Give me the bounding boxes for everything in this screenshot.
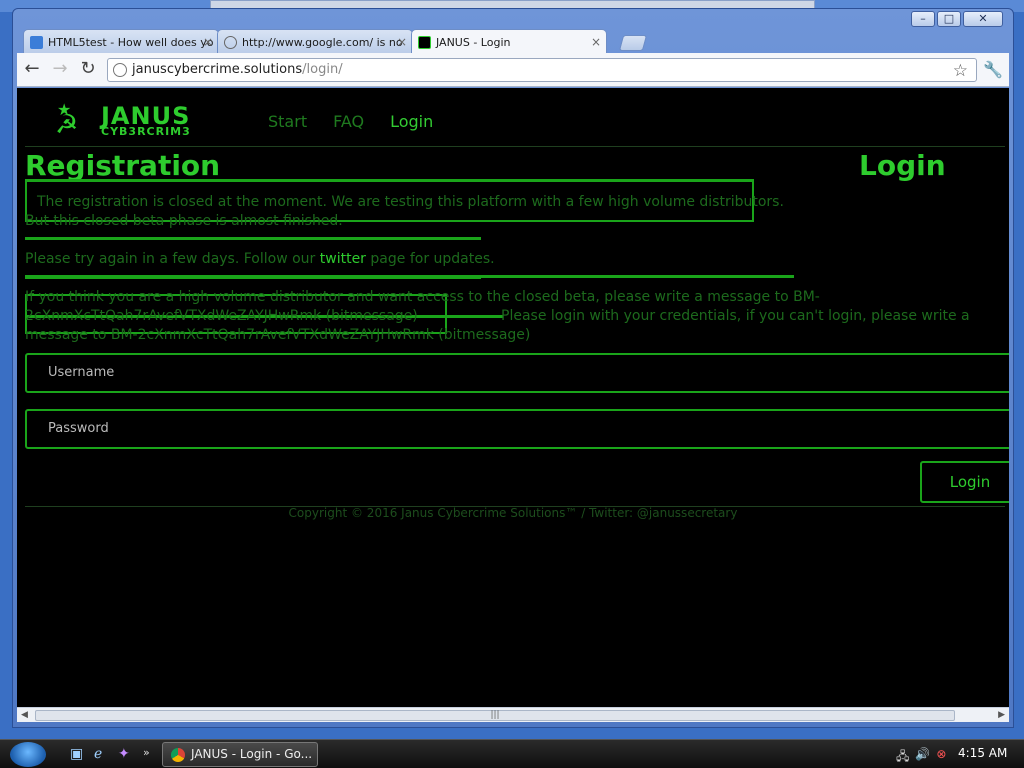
login-button[interactable]: Login [920, 461, 1009, 503]
tab-html5test[interactable]: HTML5test - How well does yo × [23, 29, 219, 55]
wrench-menu-icon[interactable]: 🔧 [983, 60, 1003, 79]
tab-janus-login[interactable]: JANUS - Login × [411, 29, 607, 56]
registration-heading: Registration [25, 149, 221, 182]
twitter-link[interactable]: twitter [320, 251, 366, 267]
janus-logo[interactable]: ★ ☭ JANUS CYB3RCRIM3 [55, 100, 205, 140]
close-tab-icon[interactable]: × [203, 35, 213, 49]
login-info-line2: message to BM-2cXnmXcTtQah7rAvefVTXdWeZA… [25, 327, 531, 343]
taskbar-chrome-task[interactable]: JANUS - Login - Go... [162, 742, 318, 767]
alert-icon[interactable]: ⊗ [936, 747, 946, 768]
retry-text: Please try again in a few days. Follow o… [25, 250, 495, 269]
url-domain: januscybercrime.solutions [132, 62, 303, 77]
globe-icon [113, 63, 127, 77]
url-path: /login/ [302, 62, 343, 77]
scroll-right-icon[interactable]: ▶ [998, 710, 1005, 720]
quicklaunch-more-icon[interactable]: » [143, 746, 150, 759]
forward-arrow-icon[interactable]: → [49, 60, 71, 80]
scroll-left-icon[interactable]: ◀ [21, 710, 28, 720]
tab-title: JANUS - Login [436, 36, 511, 49]
chrome-icon [171, 748, 185, 762]
tab-title: http://www.google.com/ is no [242, 36, 403, 49]
logo-word-cybercrime: CYB3RCRIM3 [101, 125, 191, 138]
close-tab-icon[interactable]: × [397, 35, 407, 49]
close-tab-icon[interactable]: × [591, 35, 601, 49]
beta-info-line2: 2cXnmXcTtQah7rAvefVTXdWeZAYJHwRmk (bitme… [25, 308, 418, 324]
green-rule [25, 276, 481, 279]
green-rule [25, 237, 481, 240]
reload-icon[interactable]: ↻ [77, 60, 99, 80]
system-tray: 🖧 🔊 ⊗ [896, 747, 946, 768]
taskbar: ▣ ℯ ✦ » JANUS - Login - Go... 🖧 🔊 ⊗ 4:15… [0, 739, 1024, 768]
main-nav: Start FAQ Login [268, 112, 433, 131]
footer-copyright: Copyright © 2016 Janus Cybercrime Soluti… [288, 506, 738, 520]
globe-icon [224, 36, 237, 49]
nav-login[interactable]: Login [390, 112, 433, 131]
janus-favicon [418, 36, 431, 49]
nav-start[interactable]: Start [268, 112, 307, 131]
password-input[interactable]: Password [25, 409, 1009, 449]
header-divider [25, 146, 1005, 147]
volume-icon[interactable]: 🔊 [915, 747, 930, 768]
bookmark-star-icon[interactable]: ☆ [953, 60, 968, 82]
username-input[interactable]: Username [25, 353, 1009, 393]
maximize-icon[interactable]: □ [937, 11, 961, 27]
browser-window: – □ ✕ HTML5test - How well does yo × htt… [12, 8, 1014, 728]
tab-title: HTML5test - How well does yo [48, 36, 214, 49]
new-tab-button[interactable] [618, 35, 648, 51]
page-content: ★ ☭ JANUS CYB3RCRIM3 Start FAQ Login Reg… [17, 88, 1009, 707]
show-desktop-icon[interactable]: ▣ [70, 746, 83, 762]
tab-google[interactable]: http://www.google.com/ is no × [217, 29, 413, 55]
green-rule [447, 315, 503, 318]
scrollbar-thumb[interactable]: ||| [35, 710, 955, 721]
horizontal-scrollbar[interactable]: ◀ ||| ▶ [17, 707, 1009, 722]
beta-info-line1: If you think you are a high volume distr… [25, 289, 820, 305]
media-icon[interactable]: ✦ [118, 746, 130, 762]
taskbar-task-label: JANUS - Login - Go... [191, 747, 313, 761]
back-arrow-icon[interactable]: ← [21, 60, 43, 80]
closed-notice-line2: But this closed beta phase is almost fin… [25, 213, 343, 229]
network-icon[interactable]: 🖧 [896, 747, 909, 768]
closed-notice-line1: The registration is closed at the moment… [37, 194, 784, 210]
retry-text-post: page for updates. [365, 251, 495, 267]
retry-text-pre: Please try again in a few days. Follow o… [25, 251, 320, 267]
ie-icon[interactable]: ℯ [94, 746, 102, 762]
window-controls: – □ ✕ [911, 11, 1003, 27]
nav-faq[interactable]: FAQ [333, 112, 364, 131]
address-bar[interactable]: januscybercrime.solutions/login/ ☆ [107, 58, 977, 82]
minimize-icon[interactable]: – [911, 11, 935, 27]
html5-icon [30, 36, 43, 49]
hammer-sickle-icon: ☭ [55, 110, 79, 140]
login-heading: Login [859, 149, 946, 182]
browser-toolbar: ← → ↻ januscybercrime.solutions/login/ ☆… [17, 53, 1009, 87]
login-info-line1: Please login with your credentials, if y… [501, 308, 970, 324]
start-button[interactable] [10, 742, 46, 767]
close-window-icon[interactable]: ✕ [963, 11, 1003, 27]
clock[interactable]: 4:15 AM [958, 746, 1007, 760]
